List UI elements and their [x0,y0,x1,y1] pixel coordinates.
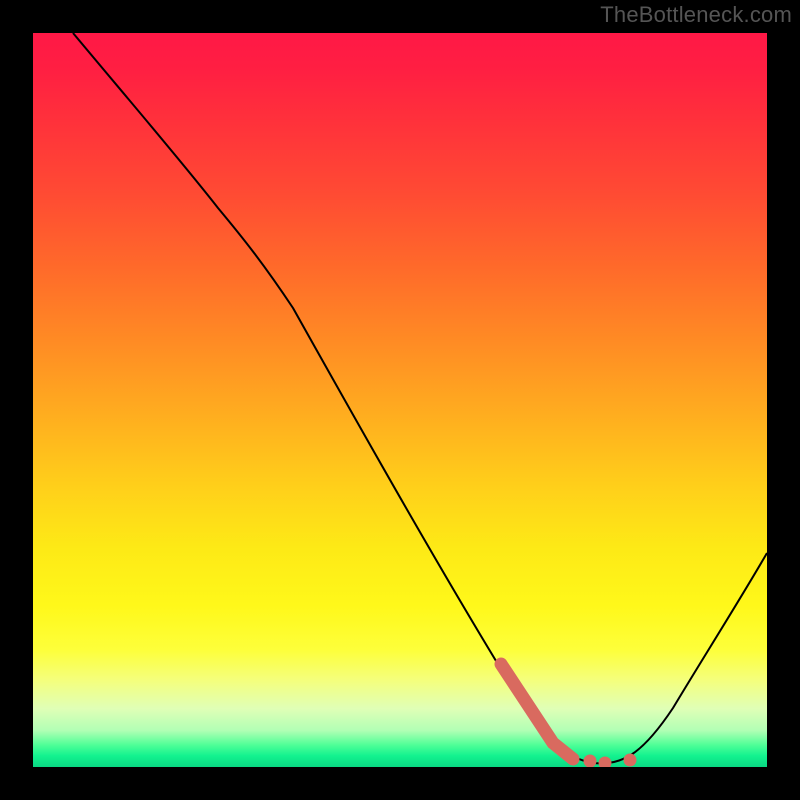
highlight-segment [501,664,573,759]
highlight-dot [584,755,597,768]
watermark-text: TheBottleneck.com [600,2,792,28]
chart-container: TheBottleneck.com [0,0,800,800]
highlight-dot [599,757,612,768]
overlay-svg [33,33,767,767]
plot-area [33,33,767,767]
bottleneck-curve [73,33,767,763]
highlight-dot [624,754,637,767]
